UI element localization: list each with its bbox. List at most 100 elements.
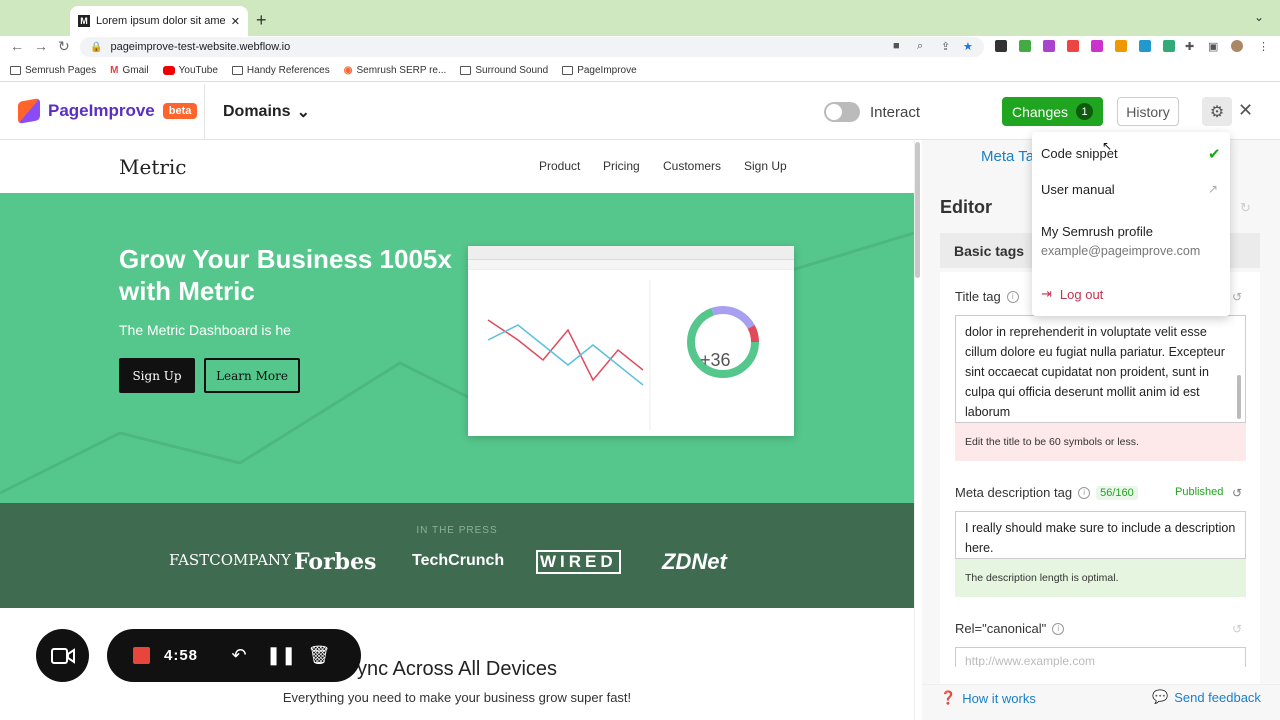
interact-toggle[interactable]	[824, 102, 860, 122]
mock-browser-bar	[468, 246, 794, 260]
undo-icon[interactable]: ↺	[1232, 486, 1242, 500]
video-camera-icon	[50, 647, 75, 664]
hero-signup-button[interactable]: Sign Up	[119, 358, 195, 393]
folder-icon	[562, 66, 574, 75]
chevron-down-icon: ⌄	[296, 104, 310, 121]
camera-icon[interactable]: ■	[893, 40, 900, 52]
restart-icon[interactable]: ↶	[226, 645, 252, 666]
how-it-works-link[interactable]: ❓ How it works	[940, 690, 1036, 706]
canonical-input[interactable]: http://www.example.com	[955, 647, 1246, 667]
folder-icon	[460, 66, 472, 75]
beta-badge: beta	[162, 103, 198, 119]
nav-pricing[interactable]: Pricing	[603, 159, 640, 173]
nav-product[interactable]: Product	[539, 159, 580, 173]
undo-icon[interactable]: ↺	[1232, 622, 1242, 636]
logout-icon: ⇥	[1041, 286, 1052, 301]
kebab-menu-icon[interactable]: ⋮	[1258, 40, 1269, 53]
history-button[interactable]: History	[1117, 97, 1179, 126]
press-section: IN THE PRESS FASTCOMPANY Forbes TechCrun…	[0, 503, 914, 608]
bookmark-item[interactable]: ◉ Semrush SERP re...	[344, 65, 447, 76]
textarea-scrollbar[interactable]	[1237, 375, 1241, 419]
extension-icon[interactable]	[1091, 40, 1103, 52]
bookmark-item[interactable]: Semrush Pages	[10, 65, 96, 76]
forward-icon[interactable]: →	[34, 38, 48, 54]
extension-icon[interactable]	[1139, 40, 1151, 52]
trash-icon[interactable]: 🗑	[306, 645, 332, 666]
dashboard-value: +36	[700, 350, 731, 370]
press-logo-techcrunch: TechCrunch	[412, 552, 505, 569]
domains-dropdown[interactable]: Domains ⌄	[223, 102, 310, 122]
refresh-icon[interactable]: ↻	[1240, 200, 1251, 216]
zoom-icon[interactable]: ⌕	[917, 40, 923, 53]
bookmark-item[interactable]: M Gmail	[110, 65, 148, 76]
tab-meta-tags[interactable]: Meta Ta	[981, 148, 1034, 165]
section-subtitle-text: Everything you need to make your busines…	[282, 690, 571, 705]
share-icon[interactable]: ⇪	[941, 40, 950, 53]
site-logo[interactable]: Metric	[119, 155, 187, 179]
close-icon[interactable]: ✕	[1238, 100, 1253, 121]
title-tag-textarea[interactable]: dolor in reprehenderit in voluptate veli…	[955, 315, 1246, 423]
extension-icon[interactable]	[1163, 40, 1175, 52]
nav-customers[interactable]: Customers	[663, 159, 721, 173]
semrush-icon: ◉	[343, 65, 353, 76]
undo-icon[interactable]: ↺	[1232, 290, 1242, 304]
mock-address-bar	[468, 260, 794, 270]
extension-icon[interactable]	[1067, 40, 1079, 52]
puzzle-icon[interactable]: ✚	[1185, 40, 1194, 53]
press-logo-fastcompany: FASTCOMPANY	[169, 551, 291, 569]
changes-count-badge: 1	[1076, 103, 1094, 120]
close-tab-icon[interactable]: ✕	[231, 15, 240, 28]
reload-icon[interactable]: ↻	[58, 38, 70, 55]
gear-icon[interactable]: ⚙	[1202, 97, 1232, 126]
tab-search-chevron-icon[interactable]: ⌄	[1254, 10, 1264, 24]
logout-text: Log out	[1059, 286, 1104, 302]
pause-icon[interactable]: ❚❚	[266, 645, 296, 666]
changes-button[interactable]: Changes 1	[1002, 97, 1103, 126]
menu-item-logout[interactable]: ⇥ Log out	[1041, 286, 1103, 302]
extension-icon[interactable]	[1019, 40, 1031, 52]
title-tag-text: Title tag	[955, 289, 1001, 304]
nav-signup[interactable]: Sign Up	[744, 159, 787, 173]
how-it-works-text: How it works	[962, 690, 1036, 706]
star-icon[interactable]: ★	[963, 40, 973, 53]
back-icon[interactable]: ←	[10, 38, 24, 54]
recording-controls: 4:58 ↶ ❚❚ 🗑	[107, 629, 361, 682]
new-tab-button[interactable]: +	[256, 10, 267, 31]
meta-description-textarea[interactable]: I really should make sure to include a d…	[955, 511, 1246, 559]
tab-title: Lorem ipsum dolor sit amet, c	[96, 15, 225, 27]
bookmarks-bar: Semrush Pages M Gmail YouTube Handy Refer…	[0, 60, 1280, 82]
avatar[interactable]	[1231, 40, 1243, 52]
gmail-icon: M	[110, 65, 119, 76]
send-feedback-link[interactable]: 💬 Send feedback	[1152, 689, 1261, 705]
info-icon[interactable]: i	[1006, 290, 1019, 303]
title-tag-label: Title tag i	[955, 289, 1019, 304]
address-bar[interactable]: 🔒 pageimprove-test-website.webflow.io	[80, 37, 984, 57]
site-navbar: Metric Product Pricing Customers Sign Up	[0, 140, 914, 193]
divider	[204, 84, 205, 140]
hero-subtitle: The Metric Dashboard is he	[119, 322, 291, 338]
browser-tab[interactable]: M Lorem ipsum dolor sit amet, c ✕	[70, 6, 248, 36]
domains-label: Domains	[223, 103, 291, 120]
menu-item-semrush-profile[interactable]: My Semrush profile	[1041, 224, 1153, 239]
send-feedback-text: Send feedback	[1174, 689, 1261, 705]
dashboard-screenshot: +36	[468, 246, 794, 436]
mock-charts	[487, 280, 759, 430]
bookmark-item[interactable]: Surround Sound	[460, 65, 548, 76]
sidepanel-icon[interactable]: ▣	[1208, 40, 1218, 53]
bookmark-item[interactable]: YouTube	[162, 65, 218, 76]
menu-item-user-manual[interactable]: User manual	[1041, 182, 1115, 197]
extension-icon[interactable]	[995, 40, 1007, 52]
bookmark-item[interactable]: Handy References	[231, 65, 330, 76]
learn-more-button[interactable]: Learn More	[204, 358, 300, 393]
extension-icon[interactable]	[1115, 40, 1127, 52]
bookmark-item[interactable]: PageImprove	[562, 65, 637, 76]
title-warning: Edit the title to be 60 symbols or less.	[955, 423, 1246, 461]
info-icon[interactable]: i	[1052, 622, 1065, 635]
camera-toggle-button[interactable]	[36, 629, 89, 682]
info-icon[interactable]: i	[1078, 486, 1091, 499]
stop-recording-button[interactable]	[133, 647, 150, 664]
description-count-badge: 56/160	[1096, 485, 1138, 500]
tab-favicon-icon: M	[78, 15, 90, 27]
extension-icon[interactable]	[1043, 40, 1055, 52]
preview-scrollbar-thumb[interactable]	[915, 142, 920, 278]
